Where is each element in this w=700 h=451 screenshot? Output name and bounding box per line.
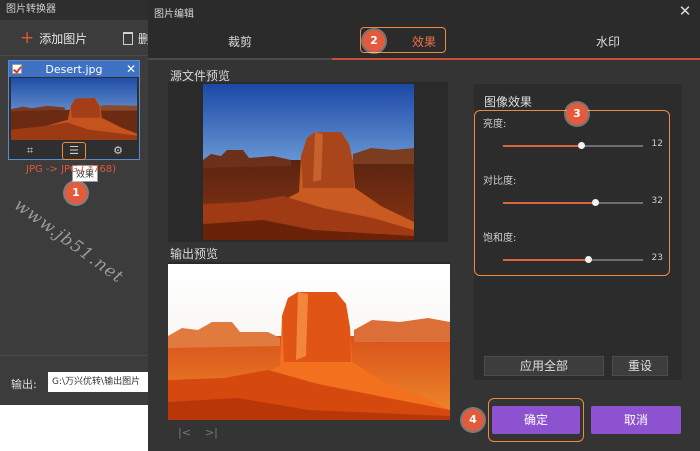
effect-sliders-icon[interactable]: ☰ [62,141,86,160]
nav-prev-icon[interactable]: |< [178,426,191,439]
converter-toolbar: + 添加图片 删 [0,20,152,56]
cancel-button[interactable]: 取消 [591,406,681,434]
contrast-fill [503,202,596,204]
desert-source-image [203,84,414,240]
sliders-highlight: 亮度: 12 对比度: 32 饱和度: 23 [474,110,670,276]
tab-active-underline [332,58,700,60]
output-label: 输出: [11,378,37,391]
close-icon[interactable]: ✕ [676,2,694,20]
delete-button[interactable]: 删 [123,29,150,47]
tab-divider [148,58,332,60]
step-marker-1: 1 [65,182,87,204]
source-photo [203,84,414,240]
file-card[interactable]: Desert.jpg ✕ ⌗ ☰ ⚙ [8,60,140,160]
contrast-slider[interactable] [503,199,643,206]
contrast-knob[interactable] [592,199,600,206]
output-preview-label: 输出预览 [170,247,219,261]
close-icon[interactable]: ✕ [126,63,136,75]
contrast-row: 对比度: 32 [483,172,663,212]
saturation-slider[interactable] [503,256,643,263]
reset-button[interactable]: 重设 [612,356,668,376]
converter-title: 图片转换器 [0,0,152,20]
output-photo [168,264,450,420]
brightness-knob[interactable] [578,142,586,149]
image-edit-dialog: 图片编辑 ✕ 裁剪 效果 水印 源文件预览 输出预览 |< >| 图像效果 亮度… [148,0,700,451]
desert-thumbnail-image [11,78,137,140]
tab-watermark[interactable]: 水印 [516,24,700,60]
add-image-button[interactable]: + 添加图片 [20,29,87,47]
source-preview [168,82,448,242]
output-path-field[interactable]: G:\万兴优转\输出图片 [48,372,152,392]
dialog-titlebar: 图片编辑 ✕ [148,0,700,24]
gear-icon[interactable]: ⚙ [108,143,128,159]
tab-bar: 裁剪 效果 水印 [148,24,700,60]
ok-button[interactable]: 确定 [492,406,580,434]
brightness-label: 亮度: [483,119,507,130]
file-checkbox[interactable] [12,64,22,74]
brightness-slider[interactable] [503,142,643,149]
apply-all-button[interactable]: 应用全部 [484,356,604,376]
file-card-header: Desert.jpg ✕ [9,61,139,77]
trash-icon [123,31,133,45]
tab-crop[interactable]: 裁剪 [148,24,332,60]
dialog-title: 图片编辑 [154,9,194,20]
preview-nav: |< >| [178,426,218,439]
nav-next-icon[interactable]: >| [205,426,218,439]
converter-footer: 输出: G:\万兴优转\输出图片 [0,355,152,405]
desert-output-image [168,264,450,420]
plus-icon: + [20,28,35,48]
crop-icon[interactable]: ⌗ [20,143,40,159]
format-conversion-text: JPG -> JPG ( *768) [26,164,117,175]
saturation-fill [503,259,589,261]
brightness-value: 12 [651,139,663,149]
step-marker-2: 2 [363,30,385,52]
add-image-label: 添加图片 [39,31,88,46]
file-name: Desert.jpg [45,62,103,76]
step-marker-4: 4 [462,409,484,431]
contrast-label: 对比度: [483,176,517,187]
site-watermark: www.jb51.net [10,195,128,288]
saturation-value: 23 [651,253,663,263]
image-effect-panel: 图像效果 亮度: 12 对比度: 32 饱和度: 23 应用全部 重设 [474,84,682,380]
effect-panel-title: 图像效果 [484,95,533,109]
output-preview [168,262,450,420]
saturation-row: 饱和度: 23 [483,229,663,269]
saturation-knob[interactable] [585,256,593,263]
brightness-fill [503,145,582,147]
saturation-label: 饱和度: [483,233,517,244]
file-tools: ⌗ ☰ ⚙ [9,141,139,160]
file-thumbnail [11,78,137,140]
contrast-value: 32 [651,196,663,206]
step-marker-3: 3 [566,103,588,125]
